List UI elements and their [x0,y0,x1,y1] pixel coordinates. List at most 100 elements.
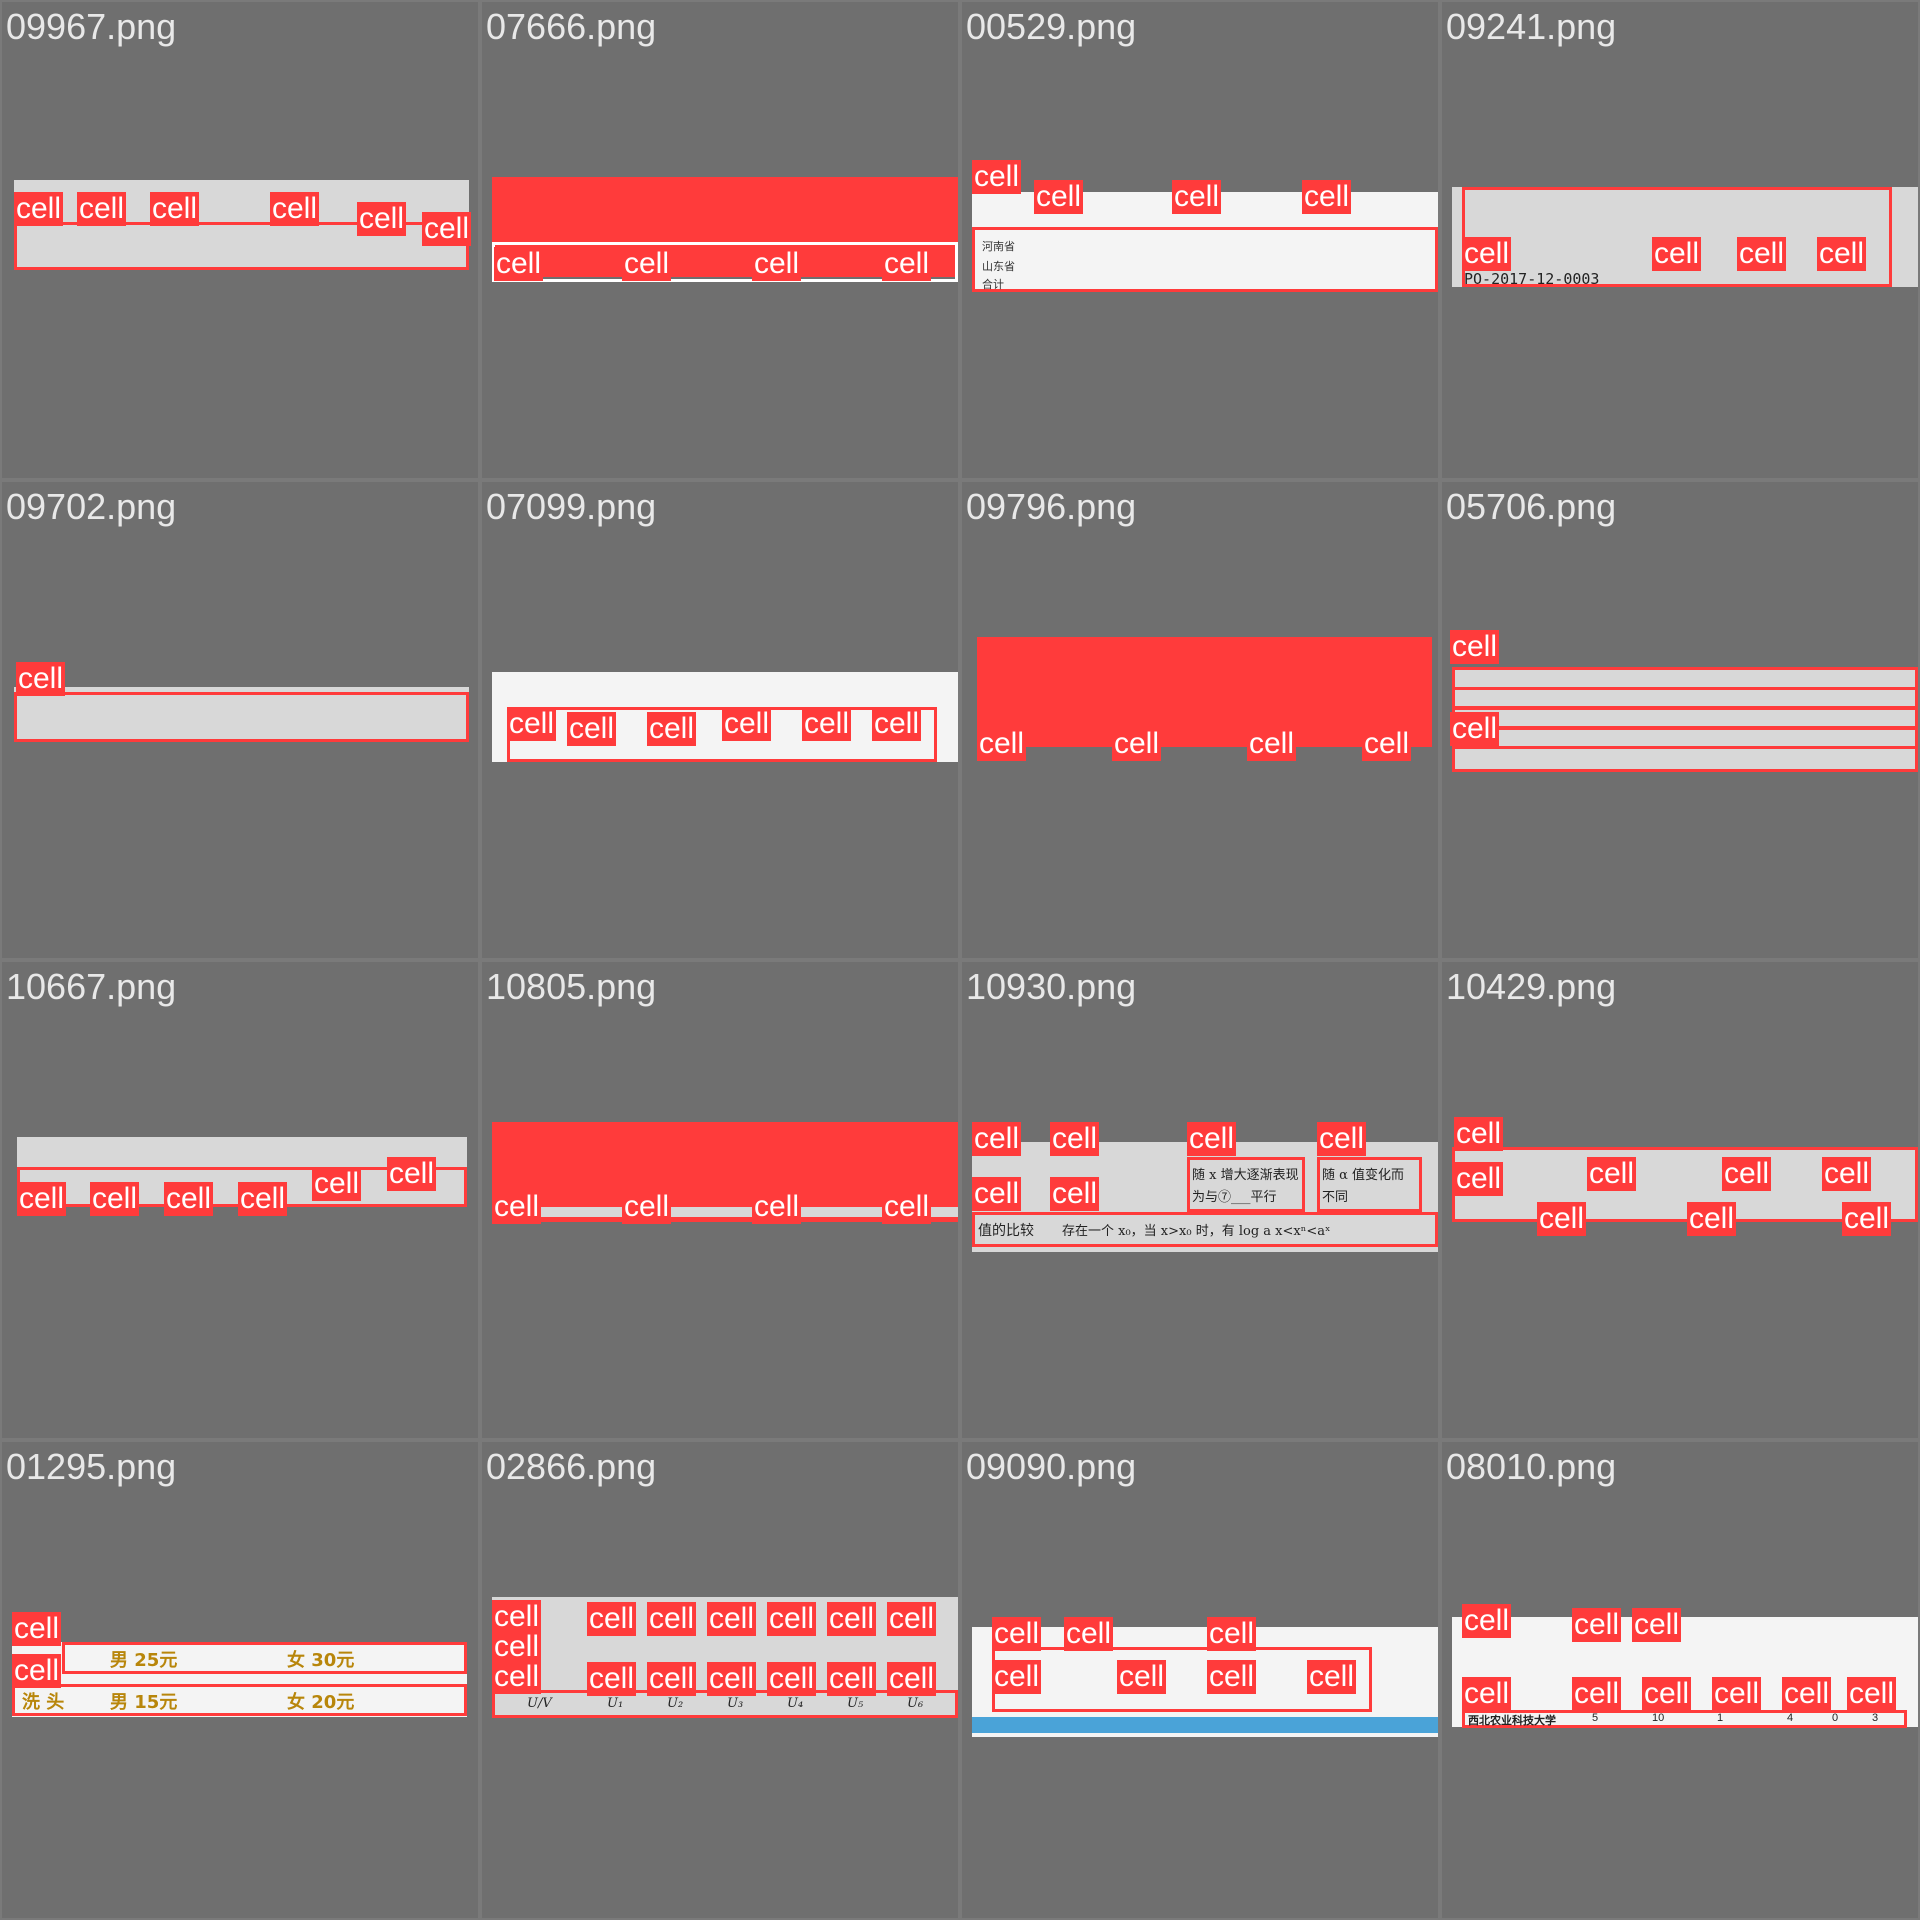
cell-label: cell [802,707,852,741]
cell-label: cell [887,1662,937,1696]
tile: 08010.png cell cell cell cell cell cell … [1442,1442,1918,1918]
cell-value: 3 [1872,1712,1879,1724]
cell-box [1452,687,1918,709]
tile-filename: 01295.png [6,1446,177,1487]
cell-label: cell [972,1177,1022,1211]
cell-label: cell [972,1122,1022,1156]
cell-value: 4 [1787,1712,1794,1724]
tile-filename: 07099.png [486,486,657,527]
cell-label: cell [1064,1617,1114,1651]
cell-label: cell [1172,180,1222,214]
cell-label: cell [1317,1122,1367,1156]
tile-filename: 10805.png [486,966,657,1007]
cell-box [1452,727,1918,749]
cell-label: cell [752,247,802,281]
cell-label: cell [827,1662,877,1696]
cell-text: 存在一个 x₀，当 x>x₀ 时，有 log a x<xⁿ<aˣ [1062,1224,1331,1239]
tile-filename: 00529.png [966,6,1137,47]
tile: 07666.png cell cell cell cell [482,2,958,478]
price-text: 女 30元 [287,1650,355,1671]
cell-label: cell [587,1602,637,1636]
tile: 07099.png cell cell cell cell cell cell [482,482,958,958]
cell-label: cell [1302,180,1352,214]
cell-label: cell [1687,1202,1737,1236]
cell-label: cell [1117,1660,1167,1694]
cell-label: cell [767,1662,817,1696]
tile: 00529.png cell cell cell cell 河南省 山东省 合计 [962,2,1438,478]
cell-label: cell [1034,180,1084,214]
cell-label: cell [707,1602,757,1636]
cell-label: cell [567,712,617,746]
cell-label: cell [1737,237,1787,271]
cell-label: cell [164,1182,214,1216]
row-label: 河南省 [982,240,1015,253]
cell-value: 0 [1832,1712,1839,1724]
cell-label: cell [1050,1122,1100,1156]
tile-filename: 09241.png [1446,6,1617,47]
cell-label: cell [1842,1202,1892,1236]
cell-label: cell [827,1602,877,1636]
cell-label: cell [492,1630,542,1664]
cell-label: cell [1587,1157,1637,1191]
tile-filename: 07666.png [486,6,657,47]
cell-label: cell [12,1612,62,1646]
tile-filename: 09967.png [6,6,177,47]
cell-label: cell [507,707,557,741]
cell-label: cell [882,247,932,281]
cell-box [972,227,1438,292]
cell-label: cell [622,1190,672,1224]
cell-label: cell [1537,1202,1587,1236]
tile: 10930.png cell cell cell cell cell cell … [962,962,1438,1438]
cell-label: cell [357,202,407,236]
tile: 10667.png cell cell cell cell cell cell [2,962,478,1438]
cell-label: cell [16,662,66,696]
cell-label: cell [1652,237,1702,271]
cell-label: cell [1632,1608,1682,1642]
cell-label: cell [1847,1677,1897,1711]
header-cell: U₄ [787,1696,804,1711]
price-text: 男 15元 [110,1692,178,1713]
cell-label: cell [387,1157,437,1191]
cell-label: cell [90,1182,140,1216]
header-cell: U₃ [727,1696,744,1711]
row-label: 山东省 [982,260,1015,273]
tile-filename: 10667.png [6,966,177,1007]
cell-label: cell [722,707,772,741]
header-cell: U/V [527,1696,552,1711]
cell-label: cell [977,727,1027,761]
price-text: 女 20元 [287,1692,355,1713]
cell-label: cell [1207,1660,1257,1694]
cell-label: cell [150,192,200,226]
cell-text: 值的比较 [978,1223,1034,1239]
cell-label: cell [1307,1660,1357,1694]
cell-label: cell [1247,727,1297,761]
cell-text: 为与⑦___平行 [1192,1190,1277,1205]
cell-label: cell [992,1617,1042,1651]
tile: 10429.png cell cell cell cell cell cell … [1442,962,1918,1438]
cell-label: cell [587,1662,637,1696]
cell-label: cell [1462,1677,1512,1711]
cell-label: cell [12,1654,62,1688]
tile-filename: 02866.png [486,1446,657,1487]
cell-label: cell [1462,1604,1512,1638]
cell-label: cell [1722,1157,1772,1191]
cell-label: cell [1642,1677,1692,1711]
tile: 02866.png cell cell cell cell cell cell … [482,1442,958,1918]
tile: 09796.png cell cell cell cell [962,482,1438,958]
tile: 10805.png cell cell cell cell [482,962,958,1438]
cell-text: 随 α 值变化而 [1322,1168,1405,1183]
cell-label: cell [312,1167,362,1201]
cell-label: cell [1572,1608,1622,1642]
tile: 09702.png cell [2,482,478,958]
tile-filename: 05706.png [1446,486,1617,527]
cell-label: cell [1454,1117,1504,1151]
cell-label: cell [238,1182,288,1216]
cell-label: cell [752,1190,802,1224]
cell-label: cell [1454,1162,1504,1196]
tile-filename: 10930.png [966,966,1137,1007]
cell-label: cell [1462,237,1512,271]
cell-label: cell [77,192,127,226]
cell-label: cell [647,712,697,746]
cell-label: cell [767,1602,817,1636]
cell-text: 随 x 增大逐渐表现 [1192,1168,1299,1183]
